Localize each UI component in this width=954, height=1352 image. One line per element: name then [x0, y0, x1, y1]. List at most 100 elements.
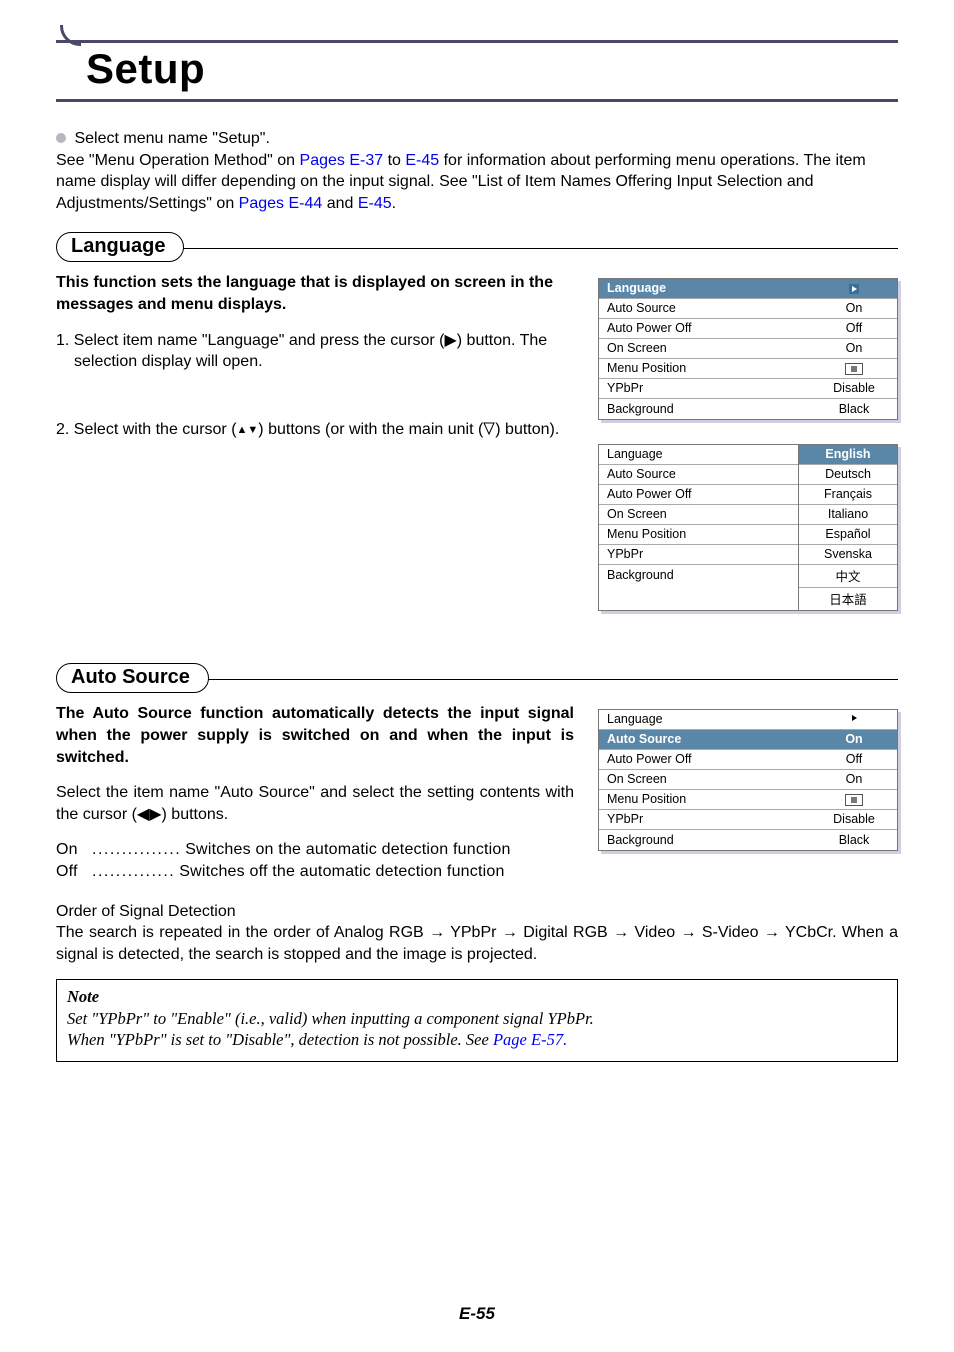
menu-row-label: Background	[607, 402, 819, 416]
menu-row-value	[819, 712, 889, 726]
menu-row-value: Off	[819, 321, 889, 335]
intro-line1: Select menu name "Setup".	[74, 130, 269, 147]
link-e45[interactable]: E-45	[405, 152, 439, 169]
menu-row: YPbPrDisable	[599, 379, 897, 399]
menu-row-value: Black	[819, 833, 889, 847]
menu-row: Auto Power OffOff	[599, 750, 897, 770]
language-step1: 1. Select item name "Language" and press…	[56, 330, 574, 373]
menu-row-label: Menu Position	[607, 792, 819, 806]
order-body: The search is repeated in the order of A…	[56, 922, 898, 965]
page-title: Setup	[86, 45, 898, 93]
menu-row-label: Auto Power Off	[607, 321, 819, 335]
dots-icon: ..............	[92, 861, 179, 883]
language-option: Español	[799, 525, 897, 545]
menu-row-label: Language	[607, 281, 819, 295]
menu-row-label: Menu Position	[607, 361, 819, 375]
intro-line2a: See "Menu Operation Method" on	[56, 152, 300, 169]
link-page-e57[interactable]: Page E-57.	[493, 1030, 567, 1049]
menu-language-options-table: LanguageAuto SourceAuto Power OffOn Scre…	[598, 444, 898, 611]
language-option: Français	[799, 485, 897, 505]
note-line1: Set "YPbPr" to "Enable" (i.e., valid) wh…	[67, 1008, 887, 1029]
menu-left-item: Menu Position	[599, 525, 798, 545]
menu-row: On ScreenOn	[599, 339, 897, 359]
section-auto-source: Auto Source The Auto Source function aut…	[56, 663, 898, 1061]
menu-row-label: Auto Source	[607, 301, 819, 315]
autosource-right-col: LanguageAuto SourceOnAuto Power OffOffOn…	[598, 703, 898, 875]
autosource-lead: The Auto Source function automatically d…	[56, 703, 574, 768]
menu-row-value: Disable	[819, 812, 889, 826]
note-line2: When "YPbPr" is set to "Disable", detect…	[67, 1029, 887, 1050]
heading-language: Language	[56, 232, 184, 262]
intro-block: Select menu name "Setup". See "Menu Oper…	[56, 128, 898, 214]
menu-left-item: YPbPr	[599, 545, 798, 565]
language-option: Deutsch	[799, 465, 897, 485]
menu-position-icon	[845, 363, 863, 375]
off-label: Off	[56, 861, 92, 883]
on-desc: Switches on the automatic detection func…	[185, 839, 510, 861]
menu-row-value: On	[819, 772, 889, 786]
off-desc: Switches off the automatic detection fun…	[179, 861, 504, 883]
autosource-onoff-list: On ............... Switches on the autom…	[56, 839, 574, 882]
section-header-language: Language	[56, 232, 898, 262]
menu-row-value: On	[819, 732, 889, 746]
down-button-icon	[483, 422, 495, 436]
language-option: Svenska	[799, 545, 897, 565]
language-option: 日本語	[799, 588, 897, 610]
menu-row-value: On	[819, 341, 889, 355]
note-title: Note	[67, 986, 887, 1007]
menu-row: BackgroundBlack	[599, 399, 897, 419]
menu-row-label: YPbPr	[607, 812, 819, 826]
section-header-autosource: Auto Source	[56, 663, 898, 693]
menu-row-label: Background	[607, 833, 819, 847]
autosource-para: Select the item name "Auto Source" and s…	[56, 782, 574, 825]
language-option: Italiano	[799, 505, 897, 525]
order-title: Order of Signal Detection	[56, 901, 898, 923]
menu-row-label: On Screen	[607, 772, 819, 786]
language-option: 中文	[799, 565, 897, 588]
menu-left-item: On Screen	[599, 505, 798, 525]
intro-end: .	[392, 195, 396, 212]
menu-row-value: Black	[819, 402, 889, 416]
menu-left-item: Background	[599, 565, 798, 585]
heading-autosource: Auto Source	[56, 663, 209, 693]
menu-row: YPbPrDisable	[599, 810, 897, 830]
link-e45b[interactable]: E-45	[358, 195, 392, 212]
page-number: E-55	[0, 1304, 954, 1324]
section-language: Language This function sets the language…	[56, 232, 898, 635]
menu-row-label: YPbPr	[607, 381, 819, 395]
bullet-icon	[56, 133, 66, 143]
menu-left-item: Auto Power Off	[599, 485, 798, 505]
menu-row-value: Disable	[819, 381, 889, 395]
menu-row: On ScreenOn	[599, 770, 897, 790]
language-right-col: LanguageAuto SourceOnAuto Power OffOffOn…	[598, 272, 898, 635]
language-left-col: This function sets the language that is …	[56, 272, 574, 462]
menu-left-item: Auto Source	[599, 465, 798, 485]
intro-to: to	[383, 152, 405, 169]
heading-rule	[182, 248, 898, 249]
menu-row: BackgroundBlack	[599, 830, 897, 850]
play-right-icon	[849, 284, 859, 294]
language-option: English	[799, 445, 897, 465]
menu-row-value	[819, 792, 889, 806]
language-step2: 2. Select with the cursor (▲▼) buttons (…	[56, 419, 574, 441]
language-lead: This function sets the language that is …	[56, 272, 574, 315]
note-box: Note Set "YPbPr" to "Enable" (i.e., vali…	[56, 979, 898, 1061]
menu-position-icon	[845, 794, 863, 806]
menu-row: Auto SourceOn	[599, 299, 897, 319]
menu-row: Auto SourceOn	[599, 730, 897, 750]
play-right-icon	[849, 713, 859, 723]
intro-and: and	[322, 195, 358, 212]
menu-row: Menu Position	[599, 359, 897, 379]
menu-setup-table: LanguageAuto SourceOnAuto Power OffOffOn…	[598, 278, 898, 420]
menu-row-label: Language	[607, 712, 819, 726]
menu-row: Auto Power OffOff	[599, 319, 897, 339]
menu-row: Menu Position	[599, 790, 897, 810]
link-pages-e44[interactable]: Pages E-44	[239, 195, 323, 212]
link-pages-e37[interactable]: Pages E-37	[300, 152, 384, 169]
menu-row-value: On	[819, 301, 889, 315]
menu-autosource-table: LanguageAuto SourceOnAuto Power OffOffOn…	[598, 709, 898, 851]
page-title-bar: Setup	[56, 40, 898, 102]
menu-left-item: Language	[599, 445, 798, 465]
menu-row: Language	[599, 279, 897, 299]
menu-row-value: Off	[819, 752, 889, 766]
